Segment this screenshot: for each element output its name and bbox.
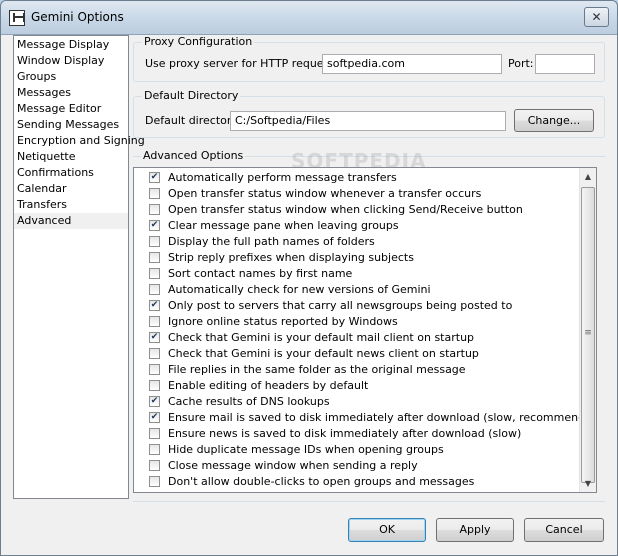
nav-item[interactable]: Confirmations	[14, 165, 128, 181]
option-checkbox[interactable]: ✔	[149, 172, 160, 183]
proxy-group-label: Proxy Configuration	[142, 35, 255, 48]
option-checkbox[interactable]	[149, 284, 160, 295]
port-label: Port:	[508, 57, 534, 70]
option-label: Check that Gemini is your default news c…	[168, 347, 479, 360]
close-button[interactable]: ✕	[584, 7, 609, 27]
ok-button[interactable]: OK	[348, 518, 426, 542]
option-label: Open transfer status window when clickin…	[168, 203, 523, 216]
checkmark-icon: ✔	[150, 332, 159, 342]
option-checkbox[interactable]: ✔	[149, 332, 160, 343]
option-checkbox[interactable]	[149, 460, 160, 471]
checkmark-icon: ✔	[150, 412, 159, 422]
option-label: Ignore online status reported by Windows	[168, 315, 398, 328]
default-directory-label: Default directory:	[145, 114, 241, 127]
default-directory-input[interactable]: C:/Softpedia/Files	[230, 111, 506, 131]
option-checkbox[interactable]	[149, 380, 160, 391]
option-label: File replies in the same folder as the o…	[168, 363, 466, 376]
nav-item[interactable]: Messages	[14, 85, 128, 101]
option-checkbox[interactable]: ✔	[149, 220, 160, 231]
nav-item[interactable]: Sending Messages	[14, 117, 128, 133]
option-checkbox[interactable]	[149, 236, 160, 247]
arrow-down-icon: ▼	[584, 479, 592, 488]
proxy-server-label: Use proxy server for HTTP requests:	[145, 57, 344, 70]
proxy-configuration-group: Proxy Configuration Use proxy server for…	[133, 35, 605, 82]
change-directory-button[interactable]: Change...	[514, 109, 594, 132]
nav-item[interactable]: Transfers	[14, 197, 128, 213]
apply-button[interactable]: Apply	[436, 518, 514, 542]
option-label: Clear message pane when leaving groups	[168, 219, 399, 232]
nav-item[interactable]: Message Editor	[14, 101, 128, 117]
option-label: Cache results of DNS lookups	[168, 395, 330, 408]
nav-item[interactable]: Netiquette	[14, 149, 128, 165]
option-label: Display the full path names of folders	[168, 235, 375, 248]
scroll-down-button[interactable]: ▼	[580, 475, 596, 492]
checkmark-icon: ✔	[150, 396, 159, 406]
options-scrollbar[interactable]: ▲ ≡ ▼	[579, 168, 596, 492]
option-checkbox[interactable]	[149, 364, 160, 375]
nav-item[interactable]: Encryption and Signing	[14, 133, 145, 149]
advanced-group-label: Advanced Options	[141, 149, 246, 162]
option-checkbox[interactable]	[149, 188, 160, 199]
option-checkbox[interactable]	[149, 348, 160, 359]
checkmark-icon: ✔	[150, 172, 159, 182]
option-label: Close message window when sending a repl…	[168, 459, 418, 472]
default-directory-group: Default Directory Default directory: C:/…	[133, 89, 605, 138]
checkmark-icon: ✔	[150, 300, 159, 310]
gemini-app-icon	[9, 10, 25, 26]
option-checkbox[interactable]: ✔	[149, 396, 160, 407]
option-label: Enable editing of headers by default	[168, 379, 369, 392]
option-label: Strip reply prefixes when displaying sub…	[168, 251, 414, 264]
nav-item[interactable]: Calendar	[14, 181, 128, 197]
directory-group-label: Default Directory	[142, 89, 241, 102]
proxy-server-input[interactable]: softpedia.com	[322, 54, 502, 74]
option-label: Open transfer status window whenever a t…	[168, 187, 482, 200]
category-list[interactable]: Message Display Window Display Groups Messa…	[13, 35, 145, 499]
nav-item[interactable]: Message Display	[14, 37, 128, 53]
option-checkbox[interactable]	[149, 268, 160, 279]
arrow-up-icon: ▲	[584, 172, 592, 181]
option-checkbox[interactable]	[149, 316, 160, 327]
cancel-button[interactable]: Cancel	[524, 518, 604, 542]
checkmark-icon: ✔	[150, 220, 159, 230]
nav-item[interactable]: Advanced	[14, 213, 128, 229]
option-checkbox[interactable]: ✔	[149, 300, 160, 311]
nav-item[interactable]: Groups	[14, 69, 128, 85]
scroll-thumb[interactable]: ≡	[581, 187, 595, 483]
option-label: Ensure news is saved to disk immediately…	[168, 427, 522, 440]
option-label: Hide duplicate message IDs when opening …	[168, 443, 444, 456]
title-bar[interactable]: Gemini Options ✕	[1, 1, 617, 35]
port-input[interactable]	[535, 54, 595, 74]
close-icon: ✕	[591, 10, 602, 24]
option-checkbox[interactable]: ✔	[149, 412, 160, 423]
option-checkbox[interactable]	[149, 444, 160, 455]
window-title: Gemini Options	[31, 10, 124, 24]
options-dialog: Gemini Options ✕ Message Display Window D…	[0, 0, 618, 556]
nav-item[interactable]: Window Display	[14, 53, 128, 69]
option-checkbox[interactable]	[149, 428, 160, 439]
option-label: Only post to servers that carry all news…	[168, 299, 513, 312]
scroll-up-button[interactable]: ▲	[580, 168, 596, 185]
option-checkbox[interactable]	[149, 204, 160, 215]
option-checkbox[interactable]	[149, 252, 160, 263]
footer-divider	[133, 501, 605, 502]
advanced-options-list[interactable]: Don't allow double-clicks to open groups…	[133, 167, 597, 493]
grip-icon: ≡	[584, 328, 592, 338]
option-label: Check that Gemini is your default mail c…	[168, 331, 475, 344]
option-label: Ensure mail is saved to disk immediately…	[168, 411, 597, 424]
option-label: Automatically perform message transfers	[168, 171, 397, 184]
option-label: Automatically check for new versions of …	[168, 283, 431, 296]
option-checkbox[interactable]	[149, 476, 160, 487]
option-label: Sort contact names by first name	[168, 267, 353, 280]
option-label: Don't allow double-clicks to open groups…	[168, 475, 475, 488]
